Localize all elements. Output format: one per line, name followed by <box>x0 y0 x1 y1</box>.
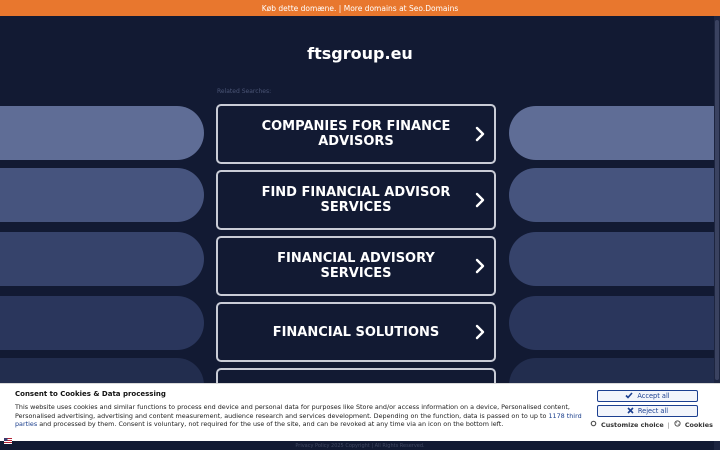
accept-all-label: Accept all <box>637 392 670 400</box>
scrollbar-thumb[interactable] <box>715 20 719 380</box>
search-item-label: FINANCIAL SOLUTIONS <box>272 324 440 340</box>
consent-text: This website uses cookies and similar fu… <box>15 403 587 429</box>
reject-all-button[interactable]: Reject all <box>597 405 698 417</box>
footer-text: Privacy Policy 2025 Copyright | All Righ… <box>295 443 425 449</box>
search-item-label: COMPANIES FOR FINANCE ADVISORS <box>261 119 451 149</box>
top-banner[interactable]: Køb dette domæne. | More domains at Seo.… <box>0 0 720 16</box>
consent-settings-flag-icon[interactable] <box>4 429 12 444</box>
search-item-label: FIND FINANCIAL ADVISOR SERVICES <box>261 185 451 215</box>
chevron-right-icon <box>466 126 494 142</box>
chevron-right-icon <box>466 258 494 274</box>
search-item-label: FINANCIAL ADVISORY SERVICES <box>277 251 435 281</box>
search-item-financial-solutions[interactable]: FINANCIAL SOLUTIONS <box>216 302 496 362</box>
cookies-link[interactable]: Cookies <box>685 421 713 429</box>
search-item-find-financial-advisor-services[interactable]: FIND FINANCIAL ADVISOR SERVICES <box>216 170 496 230</box>
check-icon <box>625 391 633 401</box>
separator: | <box>667 420 670 429</box>
consent-secondary-links: Customize choice | Cookies <box>590 420 713 429</box>
reject-all-label: Reject all <box>637 407 669 415</box>
customize-choice-link[interactable]: Customize choice <box>601 421 664 429</box>
domain-title: ftsgroup.eu <box>307 44 413 63</box>
cookie-icon <box>674 420 681 429</box>
related-searches-label: Related Searches: <box>217 88 272 95</box>
close-icon <box>627 406 634 416</box>
consent-title: Consent to Cookies & Data processing <box>15 390 166 398</box>
consent-text-part: and processed by them. Consent is volunt… <box>37 420 504 429</box>
chevron-right-icon <box>466 324 494 340</box>
search-item-companies-for-finance-advisors[interactable]: COMPANIES FOR FINANCE ADVISORS <box>216 104 496 164</box>
gear-icon <box>590 420 597 429</box>
search-item-financial-advisory-services[interactable]: FINANCIAL ADVISORY SERVICES <box>216 236 496 296</box>
chevron-right-icon <box>466 192 494 208</box>
buy-domain-link[interactable]: Køb dette domæne. | More domains at Seo.… <box>262 4 458 13</box>
accept-all-button[interactable]: Accept all <box>597 390 698 402</box>
consent-text-part: This website uses cookies and similar fu… <box>15 403 570 420</box>
